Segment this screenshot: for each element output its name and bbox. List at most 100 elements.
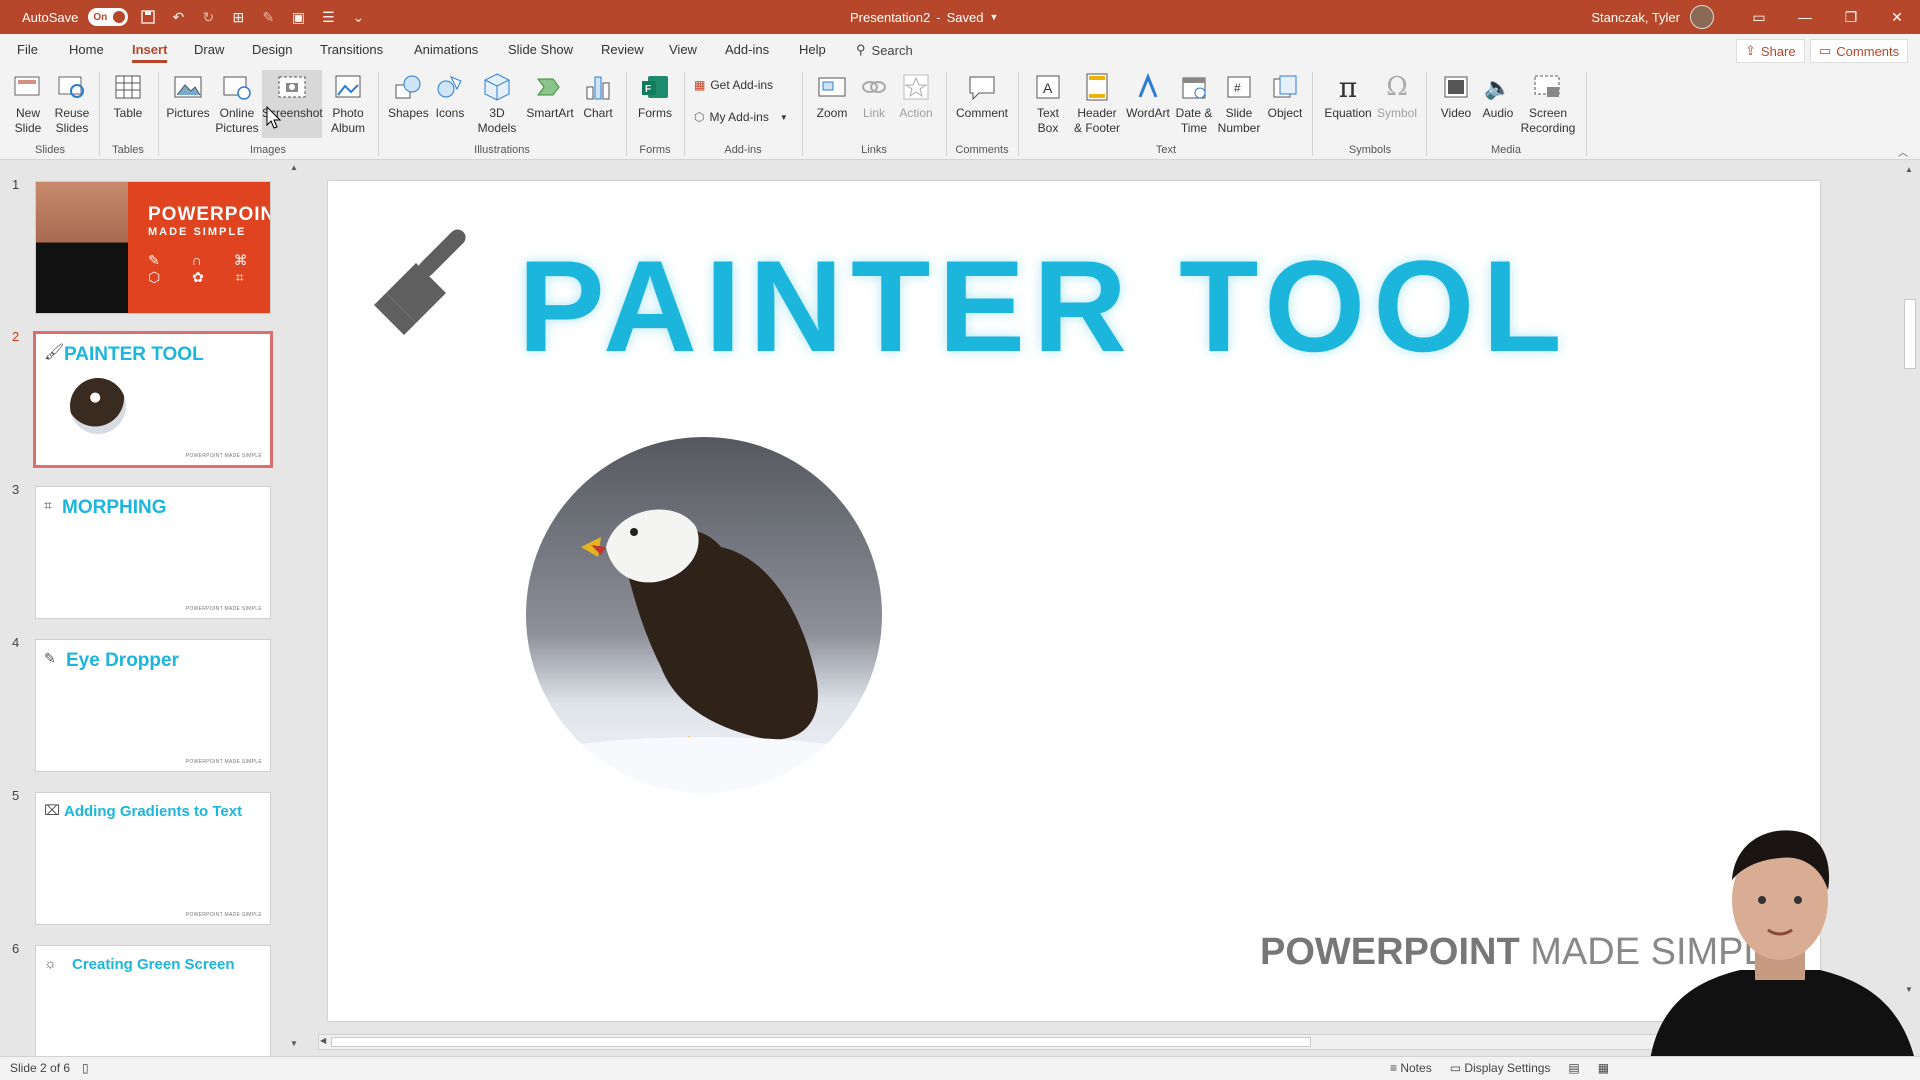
tab-help[interactable]: Help xyxy=(799,34,826,66)
eagle-photo[interactable] xyxy=(526,437,882,793)
close-icon[interactable]: ✕ xyxy=(1874,0,1920,34)
online-pictures-button[interactable]: Online Pictures xyxy=(214,70,260,136)
text-box-button[interactable]: A Text Box xyxy=(1030,70,1066,136)
get-add-ins-button[interactable]: ▦ Get Add-ins xyxy=(694,78,773,92)
smartart-icon xyxy=(533,70,567,104)
thumb-footer: POWERPOINT MADE SIMPLE xyxy=(185,606,262,612)
thumbnails-scrollbar[interactable]: ▲ ▼ xyxy=(288,161,300,1056)
tab-review[interactable]: Review xyxy=(601,34,644,66)
slide-canvas[interactable]: PAINTER TOOL POWERPOINT MADE SIMPL xyxy=(328,181,1820,1021)
tab-home[interactable]: Home xyxy=(69,34,104,66)
slide-thumbnail-6[interactable]: ☼ Creating Green Screen xyxy=(35,945,271,1060)
user-name[interactable]: Stanczak, Tyler xyxy=(1591,10,1680,25)
chart-icon xyxy=(581,70,615,104)
tab-design[interactable]: Design xyxy=(252,34,292,66)
smartart-button[interactable]: SmartArt xyxy=(526,70,574,121)
accessibility-icon[interactable]: ▯ xyxy=(82,1061,89,1075)
start-from-beginning-icon[interactable]: ⊞ xyxy=(228,7,248,27)
svg-text:A: A xyxy=(1043,80,1053,96)
search-icon: ⚲ xyxy=(856,42,866,57)
icons-button[interactable]: Icons xyxy=(432,70,468,121)
chart-button[interactable]: Chart xyxy=(580,70,616,121)
slide-sorter-icon[interactable]: ▦ xyxy=(1598,1061,1609,1075)
thumb-title: Eye Dropper xyxy=(66,650,179,671)
format-painter-icon[interactable]: ✎ xyxy=(258,7,278,27)
wordart-button[interactable]: WordArt xyxy=(1126,70,1170,121)
group-label-symbols: Symbols xyxy=(1348,144,1392,156)
scroll-up-icon[interactable]: ▲ xyxy=(1905,165,1913,174)
tab-view[interactable]: View xyxy=(669,34,697,66)
star-icon xyxy=(899,70,933,104)
tab-transitions[interactable]: Transitions xyxy=(320,34,383,66)
scroll-left-icon[interactable]: ◀ xyxy=(320,1036,326,1045)
restore-icon[interactable]: ❐ xyxy=(1828,0,1874,34)
video-button[interactable]: Video xyxy=(1434,70,1478,121)
3d-models-button[interactable]: 3D Models xyxy=(474,70,520,136)
slide-thumbnail-4[interactable]: ✎ Eye Dropper POWERPOINT MADE SIMPLE xyxy=(35,639,271,772)
slide-title[interactable]: PAINTER TOOL xyxy=(518,231,1570,381)
scroll-down-icon[interactable]: ▼ xyxy=(290,1039,298,1048)
save-icon[interactable] xyxy=(138,7,158,27)
pictures-button[interactable]: Pictures xyxy=(166,70,210,121)
tab-add-ins[interactable]: Add-ins xyxy=(725,34,769,66)
tab-animations[interactable]: Animations xyxy=(414,34,478,66)
collapse-ribbon-icon[interactable]: ︿ xyxy=(1898,144,1908,159)
shapes-button[interactable]: Shapes xyxy=(388,70,429,121)
tab-slide-show[interactable]: Slide Show xyxy=(508,34,573,66)
slide-number-button[interactable]: # Slide Number xyxy=(1216,70,1262,136)
audio-button[interactable]: 🔈 Audio xyxy=(1478,70,1518,121)
forms-button[interactable]: F Forms xyxy=(634,70,676,121)
undo-icon[interactable]: ↶ xyxy=(168,7,188,27)
redo-icon[interactable]: ↻ xyxy=(198,7,218,27)
reuse-slides-button[interactable]: Reuse Slides xyxy=(52,70,92,136)
slide-thumbnail-2[interactable]: 🖌 PAINTER TOOL POWERPOINT MADE SIMPLE xyxy=(33,331,273,468)
table-button[interactable]: Table xyxy=(108,70,148,121)
presenter-photo xyxy=(36,182,128,313)
header-footer-button[interactable]: Header & Footer xyxy=(1072,70,1122,136)
slide-number: 2 xyxy=(12,329,20,344)
slide-thumbnail-5[interactable]: ⌧ Adding Gradients to Text POWERPOINT MA… xyxy=(35,792,271,925)
scroll-thumb[interactable] xyxy=(331,1037,1311,1047)
tab-draw[interactable]: Draw xyxy=(194,34,224,66)
chevron-down-icon[interactable]: ▼ xyxy=(989,12,998,22)
link-button[interactable]: Link xyxy=(856,70,892,121)
comment-button[interactable]: Comment xyxy=(954,70,1010,121)
avatar[interactable] xyxy=(1690,5,1714,29)
photo-album-icon xyxy=(331,70,365,104)
scroll-thumb[interactable] xyxy=(1904,299,1916,369)
display-settings-button[interactable]: ▭ Display Settings xyxy=(1450,1061,1551,1075)
equation-label: Equation xyxy=(1324,106,1372,120)
new-slide-button[interactable]: New Slide xyxy=(8,70,48,136)
align-icon[interactable]: ☰ xyxy=(318,7,338,27)
comments-button[interactable]: ▭ Comments xyxy=(1810,39,1909,63)
calendar-icon xyxy=(1177,70,1211,104)
tab-file[interactable]: File xyxy=(17,34,38,66)
slide-thumbnail-1[interactable]: POWERPOINT MADE SIMPLE ✎ ∩ ⌘⬡ ✿ ⌗ xyxy=(35,181,271,314)
slide-thumbnail-3[interactable]: ⌗ MORPHING POWERPOINT MADE SIMPLE xyxy=(35,486,271,619)
scroll-up-icon[interactable]: ▲ xyxy=(290,163,298,172)
equation-button[interactable]: π Equation xyxy=(1320,70,1376,121)
screen-recording-button[interactable]: Screen Recording xyxy=(1520,70,1576,136)
zoom-button[interactable]: Zoom xyxy=(812,70,852,121)
notes-button[interactable]: ≡ Notes xyxy=(1390,1061,1432,1075)
ribbon-display-icon[interactable]: ▭ xyxy=(1736,0,1782,34)
notes-label: Notes xyxy=(1400,1061,1432,1075)
arrange-icon[interactable]: ▣ xyxy=(288,7,308,27)
share-button[interactable]: ⇪ Share xyxy=(1736,39,1805,63)
group-label-tables: Tables xyxy=(112,144,144,156)
horizontal-scrollbar[interactable]: ◀ xyxy=(318,1034,1658,1050)
my-add-ins-button[interactable]: ⬡ My Add-ins ▼ xyxy=(694,110,788,124)
photo-album-button[interactable]: Photo Album xyxy=(326,70,370,136)
symbol-button[interactable]: Ω Symbol xyxy=(1374,70,1420,121)
tab-insert[interactable]: Insert xyxy=(132,34,168,66)
autosave-toggle[interactable]: On xyxy=(88,8,129,26)
search-box[interactable]: ⚲ Search xyxy=(856,34,913,66)
object-button[interactable]: Object xyxy=(1264,70,1306,121)
date-time-button[interactable]: Date & Time xyxy=(1172,70,1216,136)
normal-view-icon[interactable]: ▤ xyxy=(1568,1061,1579,1075)
action-button[interactable]: Action xyxy=(896,70,936,121)
minimize-icon[interactable]: — xyxy=(1782,0,1828,34)
customize-toolbar-icon[interactable]: ⌄ xyxy=(348,7,368,27)
status-bar: Slide 2 of 6 ▯ ≡ Notes ▭ Display Setting… xyxy=(0,1056,1920,1080)
comment-icon: ▭ xyxy=(1819,43,1832,58)
